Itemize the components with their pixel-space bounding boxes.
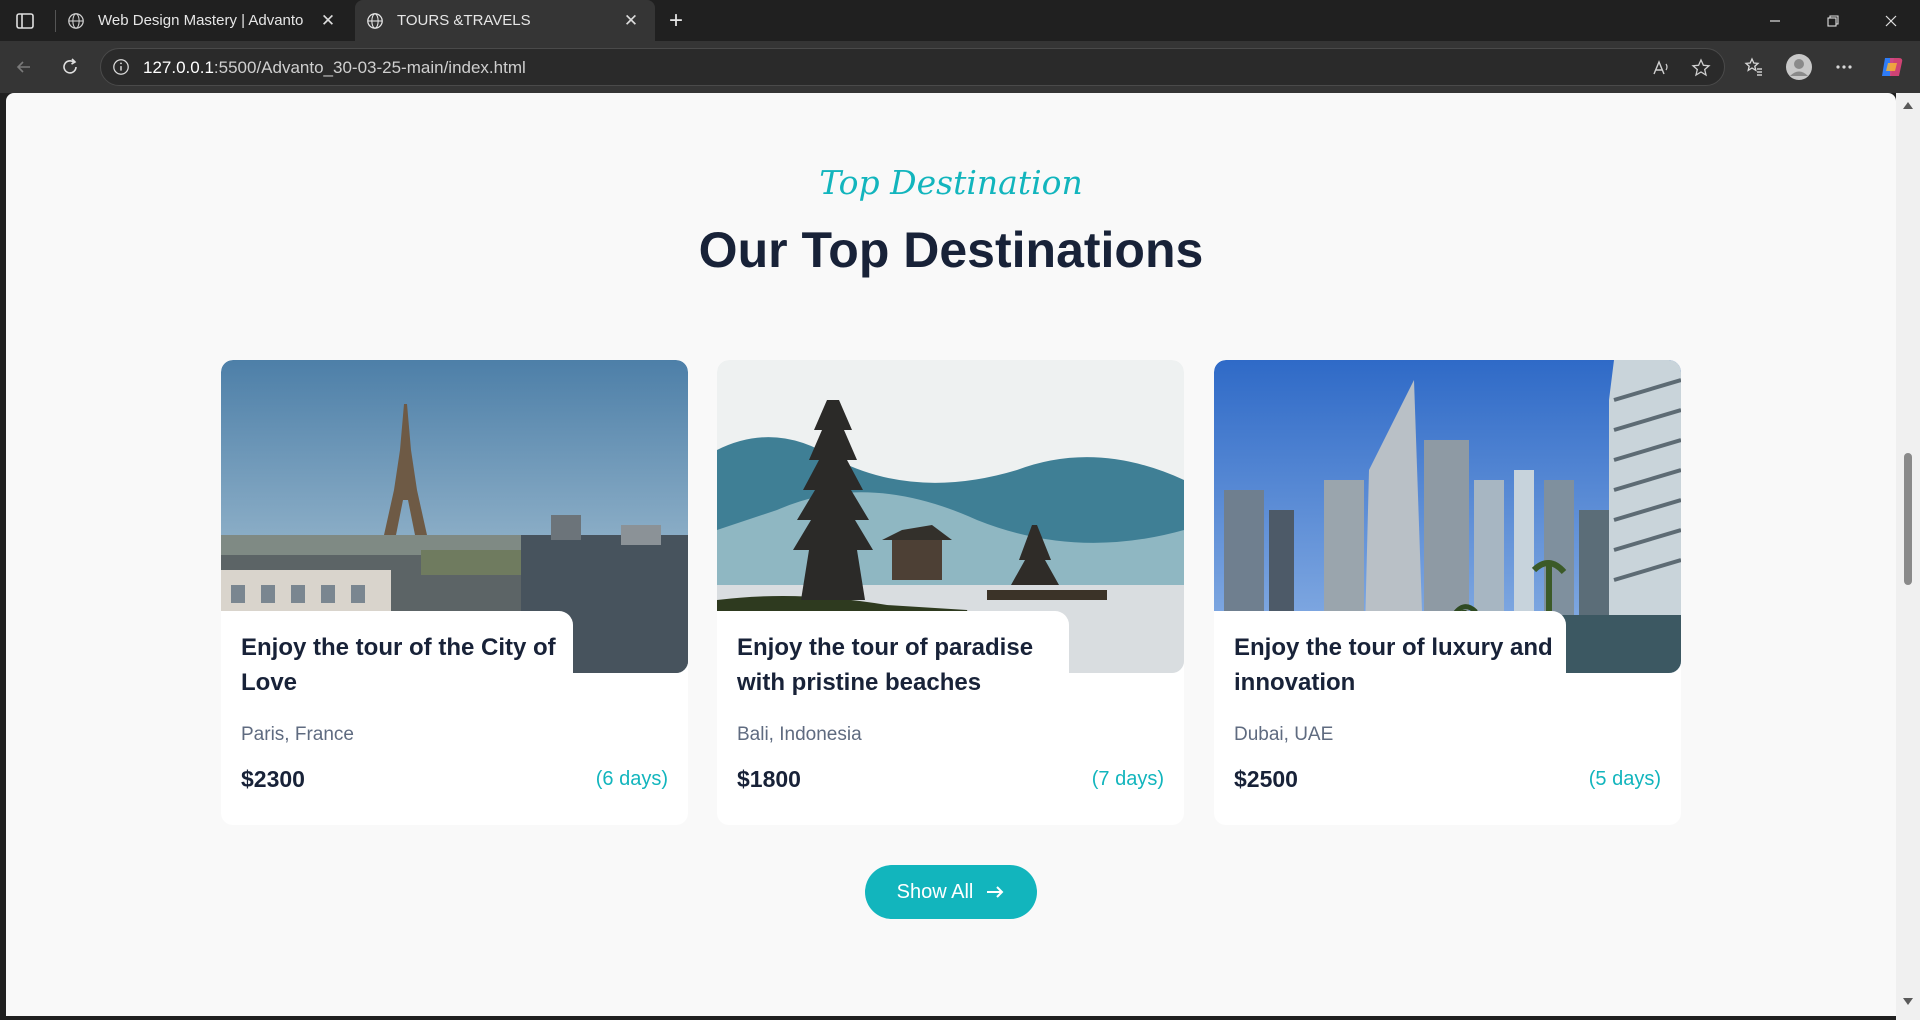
card-price: $1800 — [737, 766, 801, 792]
scroll-up-arrow-icon[interactable] — [1903, 102, 1913, 109]
browser-toolbar: 127.0.0.1:5500/Advanto_30-03-25-main/ind… — [0, 41, 1920, 93]
card-duration: (6 days) — [595, 768, 668, 790]
destination-card[interactable]: Enjoy the tour of the City of Love Paris… — [221, 360, 688, 825]
card-price: $2300 — [241, 766, 305, 792]
close-icon[interactable]: ✕ — [316, 9, 340, 33]
url-host: 127.0.0.1 — [143, 58, 214, 77]
scroll-down-arrow-icon[interactable] — [1903, 998, 1913, 1005]
reload-icon[interactable] — [54, 51, 86, 83]
card-location: Paris, France — [241, 724, 354, 745]
close-icon[interactable]: ✕ — [619, 9, 643, 33]
show-all-button[interactable]: Show All — [865, 865, 1037, 919]
window-close-icon[interactable] — [1862, 0, 1920, 41]
card-location: Dubai, UAE — [1234, 724, 1334, 745]
card-duration: (7 days) — [1091, 768, 1164, 790]
page-viewport: Top Destination Our Top Destinations Enj… — [6, 93, 1896, 1016]
arrow-right-icon — [985, 884, 1005, 900]
vertical-scrollbar[interactable] — [1896, 93, 1920, 1020]
info-icon[interactable] — [111, 57, 131, 77]
globe-icon — [365, 11, 385, 31]
minimize-icon[interactable] — [1746, 0, 1804, 41]
tab-bar: Web Design Mastery | Advanto ✕ TOURS &TR… — [0, 0, 1920, 41]
url-text[interactable]: 127.0.0.1:5500/Advanto_30-03-25-main/ind… — [143, 58, 526, 78]
new-tab-icon[interactable]: + — [662, 7, 690, 35]
section-heading: Our Top Destinations — [698, 222, 1204, 278]
more-options-icon[interactable] — [1828, 51, 1860, 83]
tab-web-design-mastery[interactable]: Web Design Mastery | Advanto ✕ — [56, 0, 352, 41]
card-location: Bali, Indonesia — [737, 724, 862, 745]
profile-avatar-icon[interactable] — [1783, 51, 1815, 83]
url-path: :5500/Advanto_30-03-25-main/index.html — [213, 58, 526, 77]
card-title: Enjoy the tour of paradise with pristine… — [737, 634, 1034, 696]
address-bar[interactable]: 127.0.0.1:5500/Advanto_30-03-25-main/ind… — [100, 48, 1725, 86]
back-arrow-icon[interactable] — [8, 51, 40, 83]
star-icon[interactable] — [1689, 56, 1713, 80]
show-all-label: Show All — [896, 880, 974, 903]
card-title: Enjoy the tour of the City of Love — [241, 634, 556, 696]
favorites-icon[interactable] — [1738, 51, 1770, 83]
destination-card[interactable]: Enjoy the tour of luxury and innovation … — [1214, 360, 1681, 825]
tab-tours-travels[interactable]: TOURS &TRAVELS ✕ — [355, 0, 655, 41]
globe-icon — [66, 11, 86, 31]
sidebar-toggle-icon[interactable] — [12, 8, 38, 34]
read-aloud-icon[interactable] — [1649, 56, 1673, 80]
scrollbar-thumb[interactable] — [1904, 453, 1912, 585]
tab-title: TOURS &TRAVELS — [397, 12, 531, 29]
card-title: Enjoy the tour of luxury and innovation — [1234, 634, 1553, 696]
restore-icon[interactable] — [1804, 0, 1862, 41]
section-subtitle: Top Destination — [819, 163, 1083, 202]
card-duration: (5 days) — [1588, 768, 1661, 790]
copilot-icon[interactable] — [1876, 51, 1908, 83]
tab-title: Web Design Mastery | Advanto — [98, 12, 304, 29]
card-price: $2500 — [1234, 766, 1298, 792]
destination-card[interactable]: Enjoy the tour of paradise with pristine… — [717, 360, 1184, 825]
